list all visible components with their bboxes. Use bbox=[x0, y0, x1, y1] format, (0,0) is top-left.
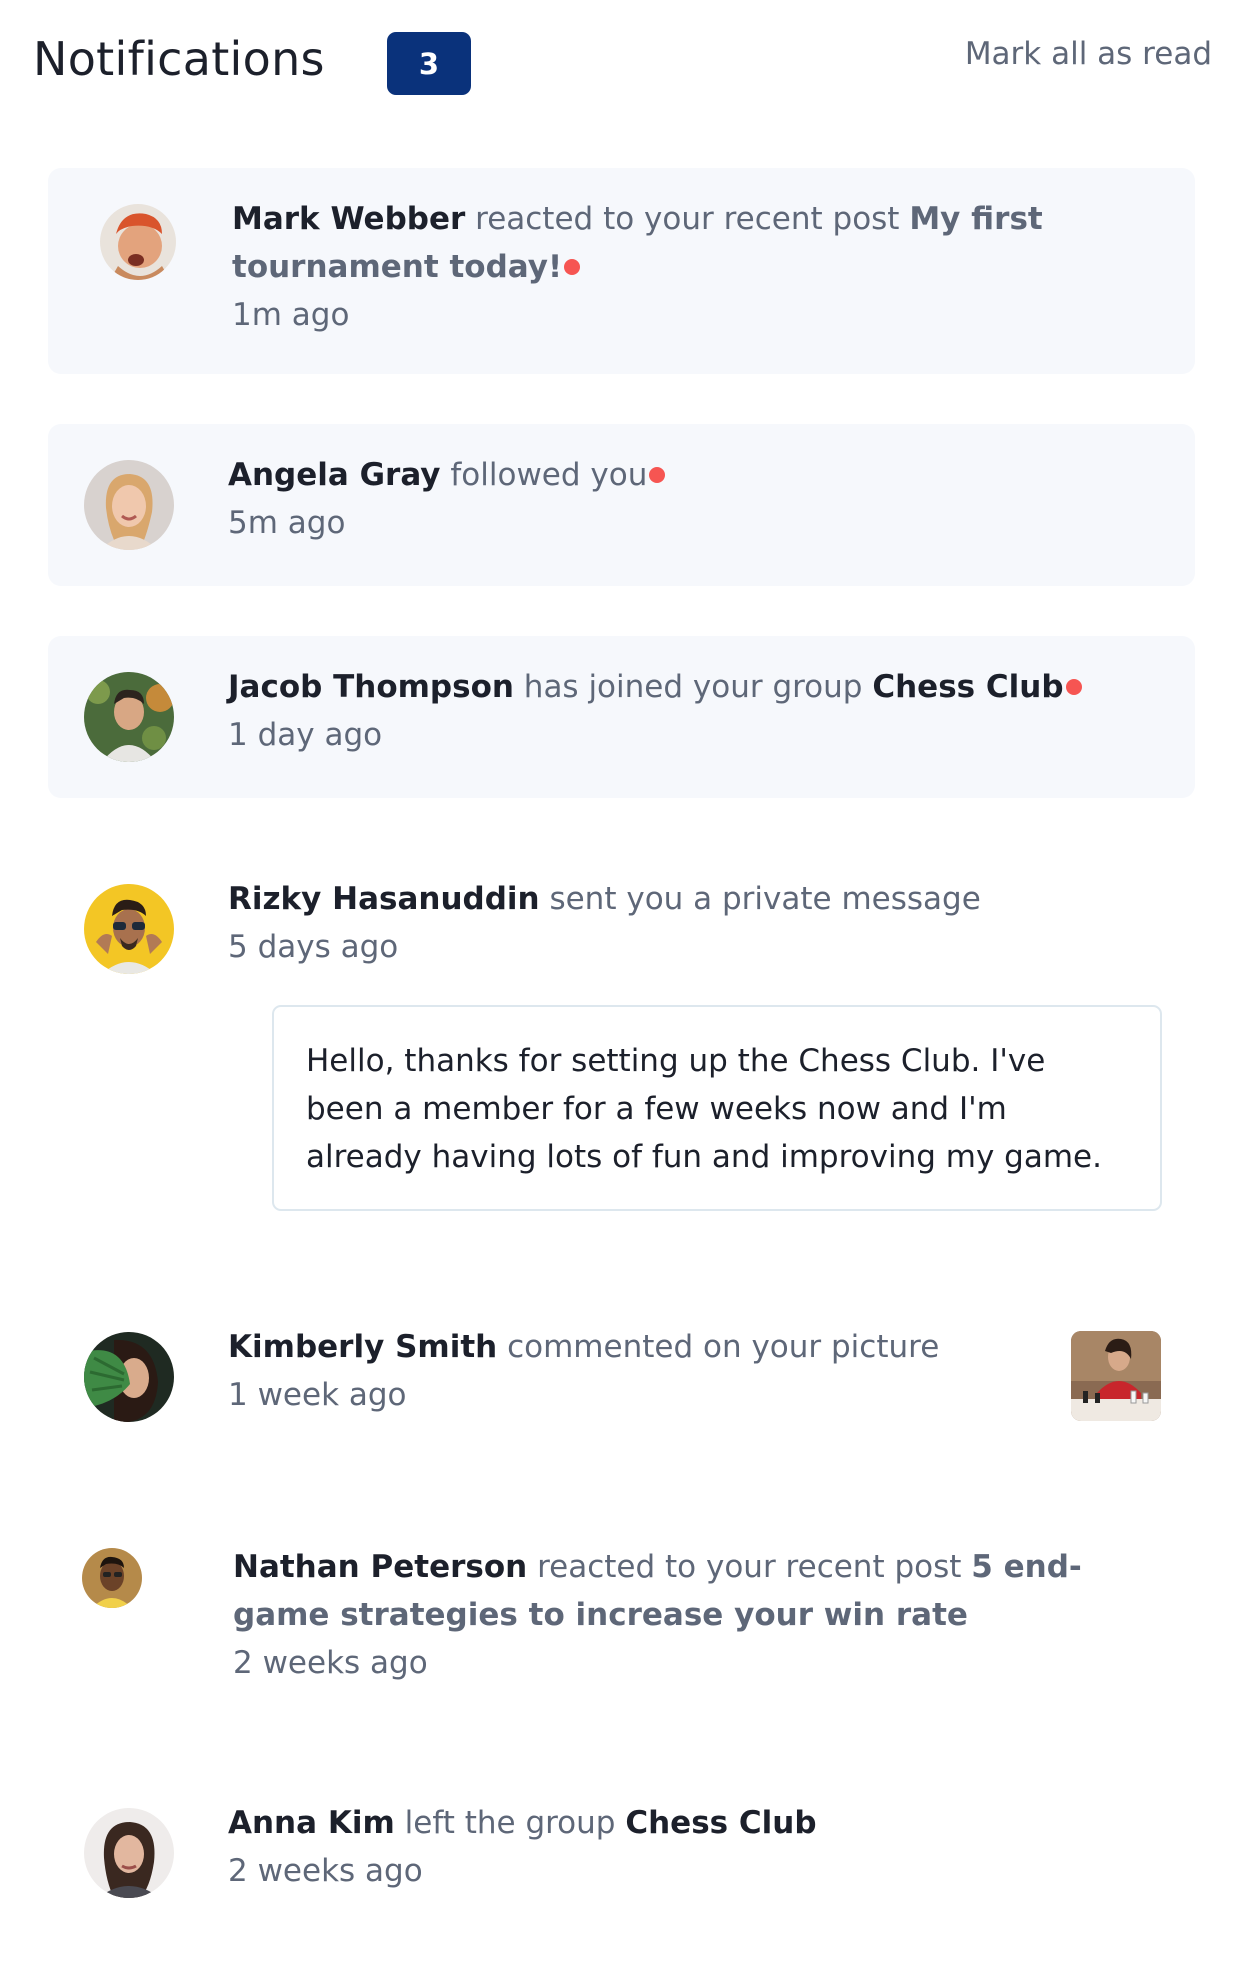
sender-name[interactable]: Mark Webber bbox=[232, 201, 465, 237]
notification-action: sent you a private message bbox=[539, 881, 981, 917]
notification-action: followed you bbox=[440, 457, 648, 493]
sender-name[interactable]: Jacob Thompson bbox=[228, 669, 514, 705]
avatar[interactable] bbox=[84, 1808, 174, 1898]
notification-time: 5 days ago bbox=[228, 929, 399, 965]
avatar[interactable] bbox=[84, 460, 174, 550]
avatar[interactable] bbox=[84, 672, 174, 762]
notification-text: Rizky Hasanuddin sent you a private mess… bbox=[228, 875, 1128, 971]
avatar-mark-webber-icon bbox=[100, 204, 176, 280]
notification-item[interactable]: Rizky Hasanuddin sent you a private mess… bbox=[48, 848, 1195, 1010]
avatar[interactable] bbox=[84, 884, 174, 974]
notification-item[interactable]: Nathan Peterson reacted to your recent p… bbox=[48, 1516, 1195, 1722]
notification-time: 1 day ago bbox=[228, 717, 383, 753]
notification-text: Jacob Thompson has joined your group Che… bbox=[228, 663, 1128, 759]
notification-item[interactable]: Jacob Thompson has joined your group Che… bbox=[48, 636, 1195, 798]
avatar-kimberly-smith-icon bbox=[84, 1332, 174, 1422]
notification-action: left the group bbox=[394, 1805, 626, 1841]
mark-all-as-read-button[interactable]: Mark all as read bbox=[965, 36, 1212, 72]
chess-picture-icon bbox=[1071, 1331, 1161, 1421]
notification-time: 2 weeks ago bbox=[233, 1645, 428, 1681]
notification-item[interactable]: Angela Gray followed you 5m ago bbox=[48, 424, 1195, 586]
notification-time: 1m ago bbox=[232, 297, 350, 333]
avatar-jacob-thompson-icon bbox=[84, 672, 174, 762]
notification-text: Angela Gray followed you 5m ago bbox=[228, 451, 1128, 547]
unread-dot bbox=[564, 259, 581, 275]
unread-dot bbox=[649, 467, 666, 483]
commented-picture[interactable] bbox=[1071, 1331, 1161, 1421]
avatar-rizky-hasanuddin-icon bbox=[84, 884, 174, 974]
notification-action: has joined your group bbox=[513, 669, 873, 705]
notification-text: Anna Kim left the group Chess Club 2 wee… bbox=[228, 1799, 1128, 1895]
avatar[interactable] bbox=[100, 204, 176, 280]
notification-action: commented on your picture bbox=[497, 1329, 940, 1365]
notification-text: Kimberly Smith commented on your picture… bbox=[228, 1323, 1028, 1419]
group-link[interactable]: Chess Club bbox=[872, 669, 1063, 705]
avatar-anna-kim-icon bbox=[84, 1808, 174, 1898]
private-message[interactable]: Hello, thanks for setting up the Chess C… bbox=[272, 1005, 1162, 1211]
notification-time: 2 weeks ago bbox=[228, 1853, 423, 1889]
notification-action: reacted to your recent post bbox=[527, 1549, 972, 1585]
notification-text: Nathan Peterson reacted to your recent p… bbox=[233, 1543, 1133, 1687]
avatar-nathan-peterson-icon bbox=[82, 1548, 142, 1608]
avatar-angela-gray-icon bbox=[84, 460, 174, 550]
unread-count-badge: 3 bbox=[387, 32, 471, 95]
notification-time: 5m ago bbox=[228, 505, 346, 541]
sender-name[interactable]: Kimberly Smith bbox=[228, 1329, 497, 1365]
page-title: Notifications bbox=[33, 32, 325, 86]
notifications-page: Notifications 3 Mark all as read Mark We… bbox=[0, 0, 1254, 1984]
avatar[interactable] bbox=[84, 1332, 174, 1422]
group-link[interactable]: Chess Club bbox=[625, 1805, 816, 1841]
notification-text: Mark Webber reacted to your recent post … bbox=[232, 195, 1052, 339]
notification-item[interactable]: Kimberly Smith commented on your picture… bbox=[48, 1304, 1195, 1466]
unread-dot bbox=[1065, 679, 1082, 695]
avatar[interactable] bbox=[82, 1548, 142, 1608]
notification-time: 1 week ago bbox=[228, 1377, 407, 1413]
notification-item[interactable]: Anna Kim left the group Chess Club 2 wee… bbox=[48, 1772, 1195, 1934]
notification-action: reacted to your recent post bbox=[465, 201, 910, 237]
sender-name[interactable]: Nathan Peterson bbox=[233, 1549, 527, 1585]
sender-name[interactable]: Anna Kim bbox=[228, 1805, 395, 1841]
sender-name[interactable]: Angela Gray bbox=[228, 457, 441, 493]
notification-item[interactable]: Mark Webber reacted to your recent post … bbox=[48, 168, 1195, 374]
sender-name[interactable]: Rizky Hasanuddin bbox=[228, 881, 540, 917]
